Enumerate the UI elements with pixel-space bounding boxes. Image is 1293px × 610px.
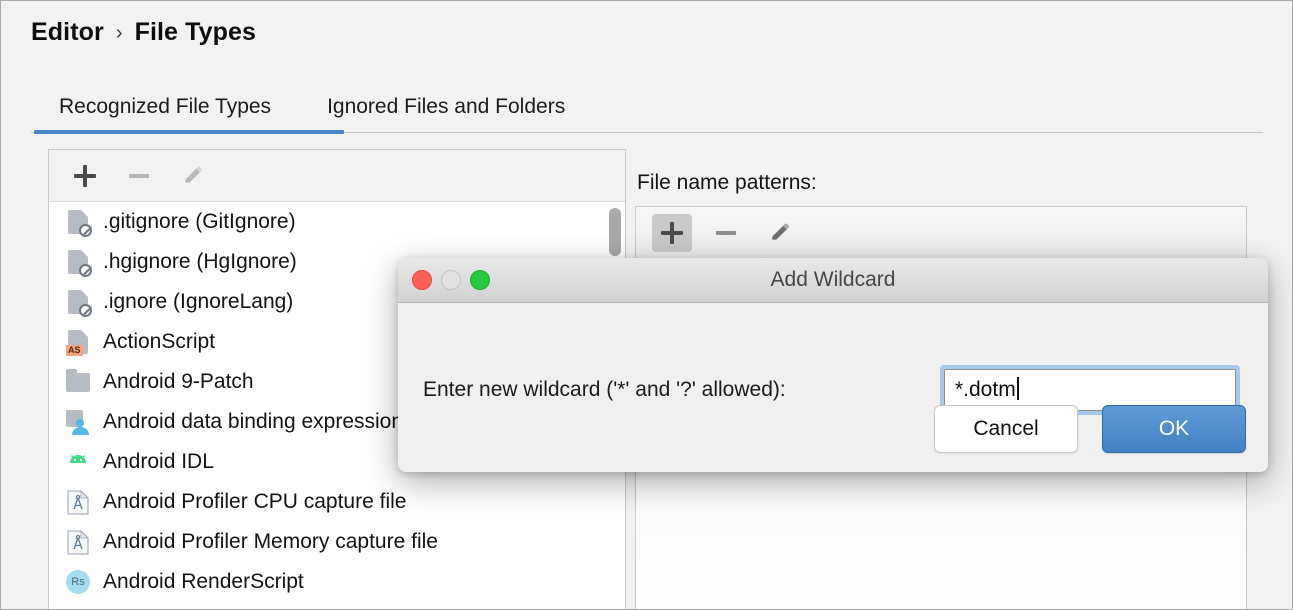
settings-window: Editor › File Types Recognized File Type… [0,0,1293,610]
ignore-file-icon [65,249,92,277]
window-controls [412,258,490,301]
add-wildcard-dialog: Add Wildcard Enter new wildcard ('*' and… [398,258,1268,472]
list-item[interactable]: Rs Android RenderScript [49,562,625,602]
zoom-icon[interactable] [470,269,490,290]
dialog-titlebar: Add Wildcard [398,258,1268,303]
file-name-patterns-label: File name patterns: [637,171,817,194]
list-item-label: Android data binding expressions [103,410,414,433]
profiler-file-icon [65,489,91,515]
list-item-label: Android Profiler Memory capture file [103,530,438,553]
pencil-icon [185,166,202,183]
list-item-label: Android 9-Patch [103,370,254,393]
dialog-button-row: Cancel OK [934,405,1246,453]
list-item-label: .hgignore (HgIgnore) [103,250,297,273]
ignore-file-icon [65,209,92,237]
edit-file-type-button[interactable] [173,157,213,195]
breadcrumb: Editor › File Types [31,18,256,47]
wildcard-input-value: *.dotm [955,378,1016,401]
list-item-label: ActionScript [103,330,216,353]
list-item[interactable]: .gitignore (GitIgnore) [49,202,625,242]
tab-active-indicator [34,130,344,134]
list-item-label: .gitignore (GitIgnore) [103,210,296,233]
file-types-toolbar [49,150,625,202]
minus-icon [715,222,737,244]
dialog-body: Enter new wildcard ('*' and '?' allowed)… [398,303,1268,472]
actionscript-file-icon: AS [65,329,91,356]
android-data-binding-icon [65,409,91,435]
add-file-type-button[interactable] [65,157,105,195]
android-robot-icon [65,449,91,475]
breadcrumb-root[interactable]: Editor [31,18,104,47]
text-caret [1016,377,1019,400]
patterns-toolbar [636,207,1246,259]
remove-pattern-button[interactable] [706,214,746,252]
remove-file-type-button[interactable] [119,157,159,195]
ignore-file-icon [65,289,92,317]
profiler-file-icon [65,529,91,555]
list-item-label: Android Profiler CPU capture file [103,490,407,513]
plus-icon [661,221,683,244]
cancel-button[interactable]: Cancel [934,405,1078,453]
list-item-label: Android RenderScript [103,570,304,593]
list-item-label: .ignore (IgnoreLang) [103,290,294,313]
pencil-icon [772,223,789,240]
list-item[interactable]: Android Profiler Memory capture file [49,522,625,562]
tab-bar: Recognized File Types Ignored Files and … [31,87,1263,137]
minimize-icon[interactable] [441,269,461,290]
folder-icon [65,368,91,395]
list-item[interactable]: Android Profiler CPU capture file [49,482,625,522]
scrollbar-thumb[interactable] [609,208,621,256]
close-icon[interactable] [412,269,432,290]
dialog-title: Add Wildcard [770,268,896,291]
edit-pattern-button[interactable] [760,214,800,252]
add-pattern-button[interactable] [652,213,692,252]
tab-ignored-files-and-folders[interactable]: Ignored Files and Folders [299,87,593,123]
plus-icon [74,164,96,187]
renderscript-icon: Rs [65,569,91,595]
chevron-right-icon: › [115,22,123,44]
wildcard-prompt-label: Enter new wildcard ('*' and '?' allowed)… [423,378,786,401]
page-title: File Types [134,18,257,46]
list-item-label: Android IDL [103,450,214,473]
ok-button[interactable]: OK [1102,405,1246,453]
minus-icon [128,165,150,187]
tab-recognized-file-types[interactable]: Recognized File Types [31,87,299,123]
